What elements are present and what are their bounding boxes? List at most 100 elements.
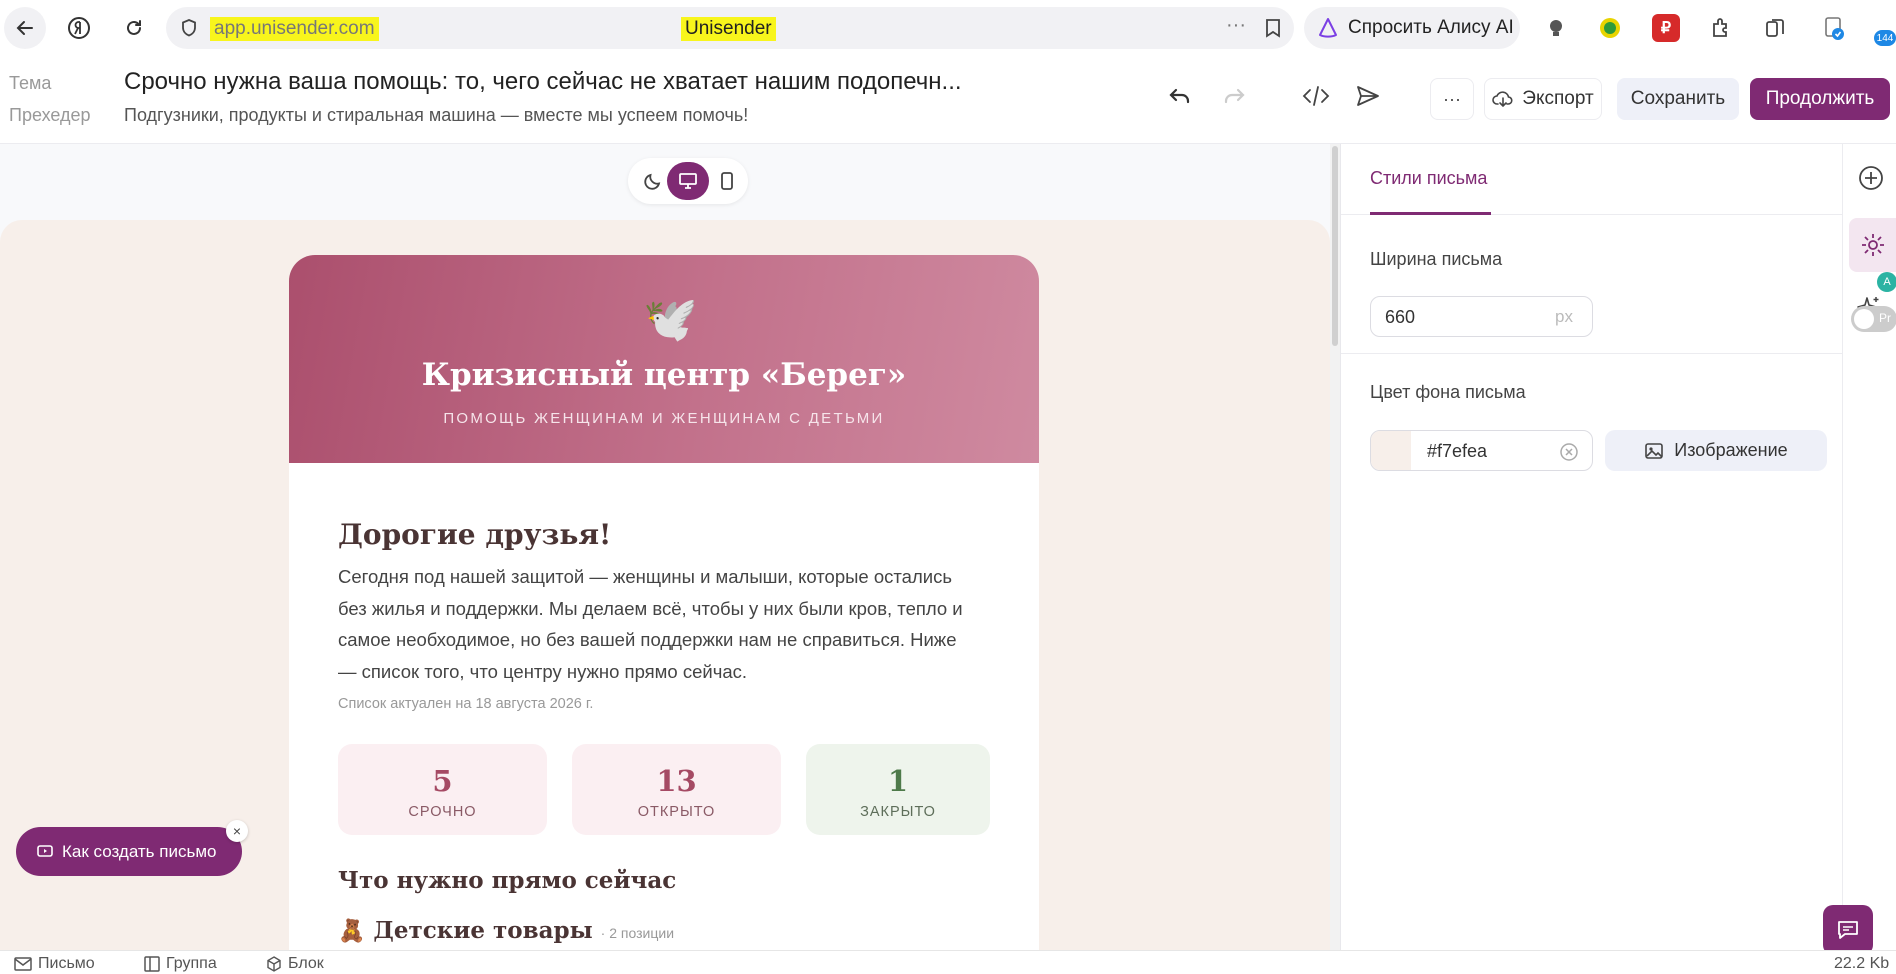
yandex-button[interactable] (58, 7, 100, 49)
code-icon (1302, 86, 1330, 106)
stat-urgent-value: 5 (432, 764, 453, 798)
downloads-icon[interactable] (1820, 14, 1848, 42)
page-title: Unisender (681, 17, 776, 41)
stat-open-label: ОТКРЫТО (637, 804, 716, 820)
bg-color-value: #f7efea (1427, 441, 1488, 461)
video-icon (37, 844, 53, 857)
stat-closed-label: ЗАКРЫТО (860, 804, 936, 820)
tab-letter-label: Письмо (38, 955, 95, 972)
envelope-icon (14, 957, 32, 971)
category-row[interactable]: 🧸 Детские товары · 2 позиции (338, 917, 674, 944)
bg-image-button[interactable]: Изображение (1605, 430, 1827, 471)
status-bar: Письмо Группа Блок 22.2 Kb (0, 950, 1896, 974)
alice-button[interactable]: Спросить Алису AI (1304, 7, 1520, 49)
redo-button[interactable] (1214, 76, 1254, 116)
address-bar[interactable]: app.unisender.com Unisender ··· (166, 7, 1294, 49)
back-button[interactable] (4, 7, 46, 49)
preheader-field[interactable]: Подгузники, продукты и стиральная машина… (124, 105, 748, 126)
subject-label: Тема (9, 73, 52, 93)
send-icon (1357, 86, 1379, 106)
tab-block-label: Блок (288, 955, 324, 972)
editor-header: Тема Срочно нужна ваша помощь: то, чего … (0, 56, 1896, 144)
width-unit: px (1555, 307, 1573, 326)
scrollbar-thumb[interactable] (1332, 146, 1338, 346)
stat-open-value: 13 (656, 764, 697, 798)
how-to-create-button[interactable]: Как создать письмо (16, 827, 242, 876)
more-button[interactable]: ··· (1430, 78, 1474, 120)
ai-badge: A (1877, 272, 1896, 292)
section-heading[interactable]: Что нужно прямо сейчас (338, 867, 676, 894)
more-dots-icon[interactable]: ··· (1226, 14, 1246, 37)
redo-icon (1224, 88, 1245, 104)
chat-icon (1838, 921, 1858, 939)
undo-button[interactable] (1160, 76, 1200, 116)
tab-email-styles[interactable]: Стили письма (1370, 168, 1487, 189)
tab-group-label: Группа (166, 955, 217, 972)
chat-button[interactable] (1823, 905, 1873, 955)
style-panel: Стили письма Ширина письма 660 px Цвет ф… (1340, 144, 1843, 950)
desktop-icon (679, 173, 697, 189)
clear-icon[interactable] (1559, 442, 1579, 462)
stat-closed-card[interactable]: 1 ЗАКРЫТО (806, 744, 990, 835)
preview-toggle[interactable]: Pr (1851, 306, 1896, 332)
stat-urgent-label: СРОЧНО (408, 804, 477, 820)
gear-icon (1862, 234, 1884, 256)
tab-block[interactable]: Блок (266, 955, 324, 973)
how-to-create-label: Как создать письмо (62, 841, 217, 861)
canvas-area: 🕊️ Кризисный центр «Берег» ПОМОЩЬ ЖЕНЩИН… (0, 144, 1330, 950)
color-swatch[interactable] (1371, 431, 1411, 470)
cube-icon (267, 956, 281, 972)
help-close-button[interactable]: × (226, 820, 248, 842)
subject-field[interactable]: Срочно нужна ваша помощь: то, чего сейча… (124, 68, 962, 96)
add-block-button[interactable] (1857, 164, 1885, 192)
send-button[interactable] (1348, 76, 1388, 116)
teddy-bear-icon: 🧸 (338, 918, 366, 943)
bg-color-input[interactable]: #f7efea (1370, 430, 1593, 471)
canvas-scrollbar[interactable] (1330, 144, 1340, 950)
tab-group[interactable]: Группа (144, 955, 217, 973)
right-rail: A Pr (1842, 144, 1896, 950)
greeting-heading[interactable]: Дорогие друзья! (338, 518, 611, 551)
desktop-view-button[interactable] (667, 162, 709, 200)
email-body: 🕊️ Кризисный центр «Берег» ПОМОЩЬ ЖЕНЩИН… (289, 255, 1039, 950)
image-icon (1645, 442, 1664, 459)
yandex-icon (68, 17, 90, 39)
url-text[interactable]: app.unisender.com (210, 17, 379, 41)
downloads-badge: 144 (1874, 30, 1896, 46)
alice-label: Спросить Алису AI (1348, 17, 1514, 38)
arrow-left-icon (16, 21, 33, 35)
email-hero-block[interactable]: 🕊️ Кризисный центр «Берег» ПОМОЩЬ ЖЕНЩИН… (289, 255, 1039, 463)
tab-letter[interactable]: Письмо (14, 955, 95, 973)
extension-bulb-icon[interactable] (1542, 14, 1570, 42)
reload-button[interactable] (113, 7, 155, 49)
save-button[interactable]: Сохранить (1617, 78, 1739, 120)
width-value: 660 (1385, 307, 1416, 327)
category-name: Детские товары (373, 917, 593, 944)
extensions-puzzle-icon[interactable] (1707, 14, 1735, 42)
collections-icon[interactable] (1761, 14, 1789, 42)
reload-icon (127, 20, 141, 35)
org-subtitle: ПОМОЩЬ ЖЕНЩИНАМ И ЖЕНЩИНАМ С ДЕТЬМИ (443, 410, 885, 427)
code-button[interactable] (1296, 76, 1336, 116)
extension-green-icon[interactable] (1596, 14, 1624, 42)
stat-urgent-card[interactable]: 5 СРОЧНО (338, 744, 547, 835)
bookmark-icon[interactable] (1264, 18, 1282, 38)
width-input[interactable]: 660 px (1370, 296, 1593, 337)
stat-open-card[interactable]: 13 ОТКРЫТО (572, 744, 781, 835)
toggle-knob (1854, 309, 1874, 329)
alice-icon (1319, 18, 1337, 38)
columns-icon (144, 956, 160, 972)
active-tab-indicator (1370, 212, 1491, 215)
undo-icon (1169, 88, 1190, 104)
bg-color-label: Цвет фона письма (1370, 382, 1526, 402)
preheader-label: Прехедер (9, 105, 91, 125)
stat-closed-value: 1 (887, 764, 909, 798)
mobile-view-button[interactable] (706, 162, 748, 200)
extension-red-icon[interactable]: ₽ (1652, 14, 1680, 42)
export-button[interactable]: Экспорт (1484, 78, 1602, 120)
org-title: Кризисный центр «Берег» (421, 357, 907, 393)
body-paragraph[interactable]: Сегодня под нашей защитой — женщины и ма… (338, 561, 978, 687)
settings-button[interactable] (1849, 218, 1896, 272)
continue-button[interactable]: Продолжить (1750, 78, 1890, 120)
updated-note[interactable]: Список актуален на 18 августа 2026 г. (338, 696, 593, 712)
